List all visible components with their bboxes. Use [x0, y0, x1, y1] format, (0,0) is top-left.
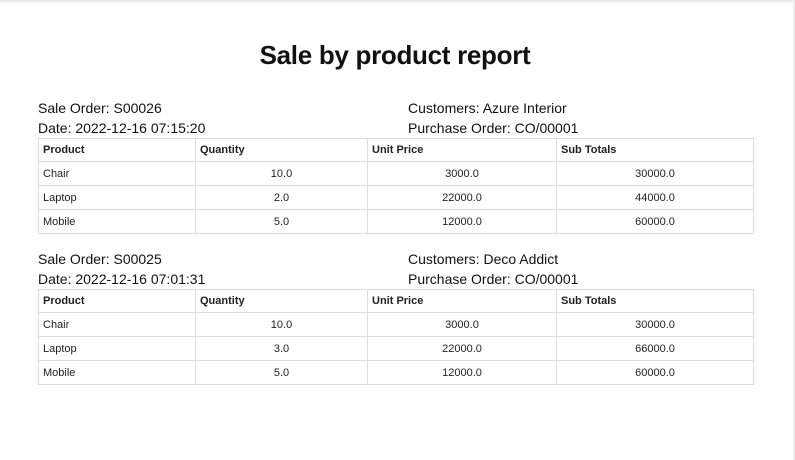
quantity-cell: 3.0	[195, 336, 368, 361]
quantity-cell: 5.0	[195, 360, 368, 385]
unit-price-cell: 22000.0	[367, 185, 557, 210]
table-row: Laptop 2.0 22000.0 44000.0	[38, 185, 754, 210]
column-header-sub-totals: Sub Totals	[556, 289, 754, 313]
sub-total-cell: 30000.0	[556, 312, 754, 337]
order-date: Date: 2022-12-16 07:01:31	[38, 271, 206, 287]
table-header-row: Product Quantity Unit Price Sub Totals	[38, 289, 754, 313]
column-header-product: Product	[38, 289, 196, 313]
unit-price-cell: 3000.0	[367, 312, 557, 337]
table-row: Chair 10.0 3000.0 30000.0	[38, 312, 754, 337]
column-header-sub-totals: Sub Totals	[556, 138, 754, 162]
table-header-row: Product Quantity Unit Price Sub Totals	[38, 138, 754, 162]
order-section: Sale Order: S00026 Date: 2022-12-16 07:1…	[38, 98, 754, 234]
report-page: Sale by product report Sale Order: S0002…	[0, 0, 795, 460]
sale-order-number: Sale Order: S00025	[38, 251, 162, 267]
report-title: Sale by product report	[259, 40, 531, 70]
order-lines-table: Product Quantity Unit Price Sub Totals C…	[38, 289, 754, 385]
unit-price-cell: 12000.0	[367, 360, 557, 385]
order-section: Sale Order: S00025 Date: 2022-12-16 07:0…	[38, 249, 754, 385]
sub-total-cell: 60000.0	[556, 209, 754, 234]
purchase-order: Purchase Order: CO/00001	[408, 120, 579, 136]
unit-price-cell: 22000.0	[367, 336, 557, 361]
product-cell: Laptop	[38, 336, 196, 361]
column-header-quantity: Quantity	[195, 289, 368, 313]
column-header-product: Product	[38, 138, 196, 162]
order-header: Sale Order: S00026 Date: 2022-12-16 07:1…	[38, 98, 753, 138]
product-cell: Laptop	[38, 185, 196, 210]
order-lines-table: Product Quantity Unit Price Sub Totals C…	[38, 138, 754, 234]
order-header: Sale Order: S00025 Date: 2022-12-16 07:0…	[38, 249, 753, 289]
quantity-cell: 10.0	[195, 161, 368, 186]
sub-total-cell: 30000.0	[556, 161, 754, 186]
sub-total-cell: 60000.0	[556, 360, 754, 385]
unit-price-cell: 3000.0	[367, 161, 557, 186]
quantity-cell: 10.0	[195, 312, 368, 337]
table-row: Mobile 5.0 12000.0 60000.0	[38, 360, 754, 385]
purchase-order: Purchase Order: CO/00001	[408, 271, 579, 287]
column-header-quantity: Quantity	[195, 138, 368, 162]
sale-order-number: Sale Order: S00026	[38, 100, 162, 116]
table-row: Chair 10.0 3000.0 30000.0	[38, 161, 754, 186]
table-row: Laptop 3.0 22000.0 66000.0	[38, 336, 754, 361]
product-cell: Chair	[38, 312, 196, 337]
sub-total-cell: 44000.0	[556, 185, 754, 210]
customer-name: Customers: Azure Interior	[408, 100, 567, 116]
customer-name: Customers: Deco Addict	[408, 251, 559, 267]
product-cell: Chair	[38, 161, 196, 186]
column-header-unit-price: Unit Price	[367, 289, 557, 313]
order-date: Date: 2022-12-16 07:15:20	[38, 120, 206, 136]
top-shadow	[0, 0, 795, 4]
product-cell: Mobile	[38, 360, 196, 385]
table-row: Mobile 5.0 12000.0 60000.0	[38, 209, 754, 234]
sub-total-cell: 66000.0	[556, 336, 754, 361]
product-cell: Mobile	[38, 209, 196, 234]
quantity-cell: 5.0	[195, 209, 368, 234]
quantity-cell: 2.0	[195, 185, 368, 210]
column-header-unit-price: Unit Price	[367, 138, 557, 162]
unit-price-cell: 12000.0	[367, 209, 557, 234]
